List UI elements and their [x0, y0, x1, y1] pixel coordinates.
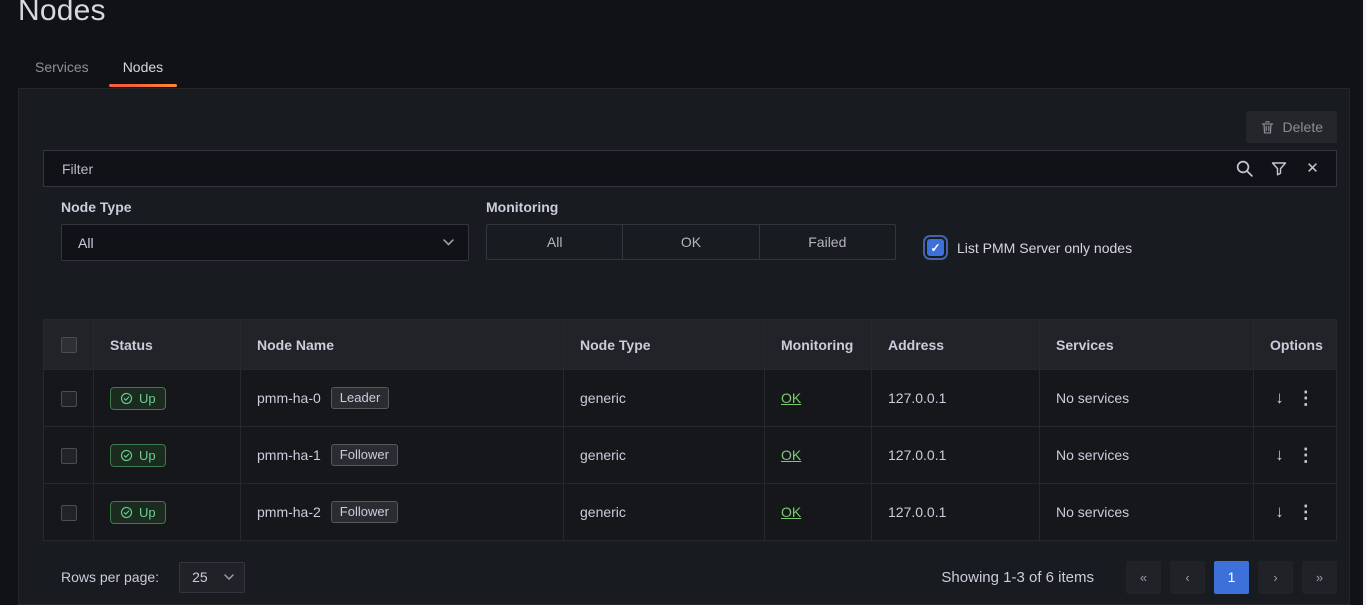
filter-funnel-icon[interactable] [1269, 159, 1288, 178]
status-badge-label: Up [139, 449, 156, 462]
download-arrow-icon[interactable]: ↓ [1275, 502, 1284, 522]
filter-input[interactable] [62, 161, 1235, 177]
kebab-menu-icon[interactable]: ⋮ [1297, 502, 1315, 523]
services-cell: No services [1040, 370, 1254, 427]
first-page-button[interactable]: « [1126, 561, 1161, 594]
tab-nodes[interactable]: Nodes [108, 50, 178, 87]
rows-per-page-select[interactable]: 25 [179, 562, 245, 593]
role-badge: Follower [331, 501, 398, 523]
monitoring-toggle-group: All OK Failed [486, 224, 896, 260]
row-select-checkbox[interactable] [61, 391, 77, 407]
node-name: pmm-ha-2 [257, 504, 321, 520]
monitoring-option-ok[interactable]: OK [623, 225, 759, 259]
search-icon[interactable] [1235, 159, 1254, 178]
delete-button[interactable]: Delete [1246, 111, 1337, 143]
download-arrow-icon[interactable]: ↓ [1275, 445, 1284, 465]
role-badge: Follower [331, 444, 398, 466]
last-page-button[interactable]: » [1302, 561, 1337, 594]
rows-per-page-label: Rows per page: [61, 569, 159, 585]
table-body: Up pmm-ha-0 Leader generic OK 127.0.0.1 … [44, 370, 1337, 541]
rows-per-page-value: 25 [192, 569, 208, 585]
kebab-menu-icon[interactable]: ⋮ [1297, 388, 1315, 409]
nodes-table-wrap: Status Node Name Node Type Monitoring Ad… [43, 319, 1337, 541]
column-header-address: Address [872, 320, 1040, 370]
address-cell: 127.0.0.1 [872, 484, 1040, 541]
next-page-button[interactable]: › [1258, 561, 1293, 594]
table-header-row: Status Node Name Node Type Monitoring Ad… [44, 320, 1337, 370]
address-cell: 127.0.0.1 [872, 370, 1040, 427]
monitoring-option-all[interactable]: All [487, 225, 623, 259]
checkbox-checked-icon: ✓ [927, 239, 944, 256]
column-header-monitoring: Monitoring [765, 320, 872, 370]
filter-bar: ✕ [43, 150, 1337, 187]
select-all-checkbox[interactable] [61, 337, 77, 353]
trash-icon [1260, 120, 1275, 135]
kebab-menu-icon[interactable]: ⋮ [1297, 445, 1315, 466]
tab-services[interactable]: Services [20, 50, 104, 87]
node-name: pmm-ha-1 [257, 447, 321, 463]
page-title: Nodes [18, 0, 106, 28]
status-badge: Up [110, 501, 166, 524]
pagination: « ‹ 1 › » [1126, 561, 1337, 594]
monitoring-label: Monitoring [486, 199, 896, 215]
column-header-node-name: Node Name [241, 320, 564, 370]
node-type-cell: generic [564, 484, 765, 541]
check-circle-icon [120, 392, 133, 405]
role-badge: Leader [331, 387, 389, 409]
table-row: Up pmm-ha-1 Follower generic OK 127.0.0.… [44, 427, 1337, 484]
delete-button-label: Delete [1283, 119, 1323, 135]
monitoring-status-link[interactable]: OK [781, 447, 801, 463]
address-cell: 127.0.0.1 [872, 427, 1040, 484]
column-header-status: Status [94, 320, 241, 370]
filter-controls: Node Type All Monitoring All OK Failed ✓… [61, 199, 1337, 261]
check-circle-icon [120, 449, 133, 462]
chevron-down-icon [224, 574, 234, 580]
services-cell: No services [1040, 484, 1254, 541]
status-badge-label: Up [139, 392, 156, 405]
toolbar: Delete [43, 111, 1337, 145]
chevron-down-icon [443, 239, 454, 246]
tabbar: Services Nodes [20, 50, 178, 87]
node-type-select[interactable]: All [61, 224, 469, 261]
page-1-button[interactable]: 1 [1214, 561, 1249, 594]
services-cell: No services [1040, 427, 1254, 484]
status-badge: Up [110, 387, 166, 410]
node-type-value: All [78, 235, 94, 251]
status-badge-label: Up [139, 506, 156, 519]
status-badge: Up [110, 444, 166, 467]
pagination-summary: Showing 1-3 of 6 items [941, 569, 1094, 586]
table-footer: Rows per page: 25 Showing 1-3 of 6 items… [43, 549, 1337, 605]
table-row: Up pmm-ha-0 Leader generic OK 127.0.0.1 … [44, 370, 1337, 427]
monitoring-status-link[interactable]: OK [781, 390, 801, 406]
close-icon[interactable]: ✕ [1303, 159, 1322, 178]
column-header-options: Options [1254, 320, 1337, 370]
column-header-node-type: Node Type [564, 320, 765, 370]
nodes-table: Status Node Name Node Type Monitoring Ad… [43, 319, 1337, 541]
download-arrow-icon[interactable]: ↓ [1275, 388, 1284, 408]
previous-page-button[interactable]: ‹ [1170, 561, 1205, 594]
row-select-checkbox[interactable] [61, 505, 77, 521]
check-circle-icon [120, 506, 133, 519]
node-type-cell: generic [564, 427, 765, 484]
node-type-cell: generic [564, 370, 765, 427]
pmm-server-only-label: List PMM Server only nodes [957, 240, 1132, 256]
table-row: Up pmm-ha-2 Follower generic OK 127.0.0.… [44, 484, 1337, 541]
row-select-checkbox[interactable] [61, 448, 77, 464]
pmm-server-only-checkbox[interactable]: ✓ List PMM Server only nodes [927, 239, 1132, 256]
nodes-panel: Delete ✕ Node Type All [18, 88, 1350, 605]
monitoring-option-failed[interactable]: Failed [760, 225, 895, 259]
column-header-services: Services [1040, 320, 1254, 370]
monitoring-status-link[interactable]: OK [781, 504, 801, 520]
node-name: pmm-ha-0 [257, 390, 321, 406]
node-type-label: Node Type [61, 199, 469, 215]
